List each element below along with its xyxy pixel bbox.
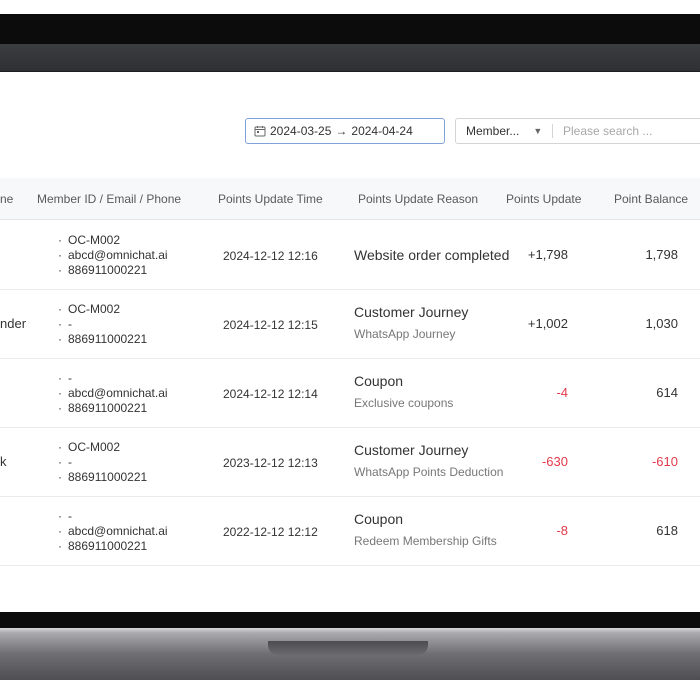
column-header-name[interactable]: ne — [0, 192, 13, 206]
column-header-member-ids[interactable]: Member ID / Email / Phone — [37, 192, 181, 206]
points-update: +1,798 — [527, 247, 568, 262]
member-id: OC-M002 — [58, 440, 147, 455]
laptop-top-bezel — [0, 14, 700, 44]
browser-toolbar — [0, 44, 700, 72]
member-id: OC-M002 — [58, 233, 168, 248]
member-email: - — [58, 317, 147, 332]
column-header-points-update[interactable]: Points Update — [506, 192, 581, 206]
laptop-base-edge — [0, 628, 700, 633]
date-range-arrow: → — [335, 124, 348, 138]
search-type-select[interactable]: Member... ▼ — [456, 124, 552, 138]
update-time: 2022-12-12 12:12 — [223, 525, 318, 539]
points-update: -8 — [556, 523, 568, 538]
member-email: - — [58, 455, 147, 470]
member-id-list: OC-M002 - 886911000221 — [58, 440, 147, 485]
column-header-update-time[interactable]: Points Update Time — [218, 192, 323, 206]
update-time: 2023-12-12 12:13 — [223, 456, 318, 470]
column-header-point-balance[interactable]: Point Balance — [614, 192, 688, 206]
update-reason-detail: WhatsApp Points Deduction — [354, 465, 504, 479]
point-balance: -610 — [651, 454, 678, 469]
update-time: 2024-12-12 12:15 — [223, 318, 318, 332]
update-reason: Coupon — [354, 511, 404, 527]
member-id: OC-M002 — [58, 302, 147, 317]
table-row[interactable]: OC-M002 abcd@omnichat.ai 886911000221 20… — [0, 221, 700, 290]
laptop-bottom-bezel — [0, 612, 700, 628]
points-update: -4 — [556, 385, 568, 400]
points-update: +1,002 — [527, 316, 568, 331]
table-row[interactable]: - abcd@omnichat.ai 886911000221 2022-12-… — [0, 497, 700, 566]
laptop-hinge-notch — [268, 641, 428, 655]
member-email: abcd@omnichat.ai — [58, 386, 168, 401]
background-bottom — [0, 680, 700, 700]
table-header: ne Member ID / Email / Phone Points Upda… — [0, 178, 700, 220]
member-phone: 886911000221 — [58, 263, 168, 278]
date-start[interactable]: 2024-03-25 — [270, 124, 331, 138]
member-id: - — [58, 509, 168, 524]
point-balance: 614 — [656, 385, 678, 400]
search-input[interactable] — [553, 124, 700, 138]
member-search: Member... ▼ — [455, 118, 700, 144]
member-id-list: OC-M002 abcd@omnichat.ai 886911000221 — [58, 233, 168, 278]
update-reason: Coupon — [354, 373, 404, 389]
caret-down-icon: ▼ — [533, 126, 543, 136]
member-phone: 886911000221 — [58, 539, 168, 554]
column-header-update-reason[interactable]: Points Update Reason — [358, 192, 478, 206]
update-reason-detail: WhatsApp Journey — [354, 327, 456, 341]
member-phone: 886911000221 — [58, 470, 147, 485]
member-email: abcd@omnichat.ai — [58, 248, 168, 263]
update-reason: Website order completed — [354, 247, 510, 263]
search-type-value: Member... — [466, 124, 520, 138]
update-time: 2024-12-12 12:14 — [223, 387, 318, 401]
point-balance: 1,030 — [645, 316, 678, 331]
table-row[interactable]: k OC-M002 - 886911000221 2023-12-12 12:1… — [0, 428, 700, 497]
member-phone: 886911000221 — [58, 401, 168, 416]
update-time: 2024-12-12 12:16 — [223, 249, 318, 263]
member-id-list: - abcd@omnichat.ai 886911000221 — [58, 509, 168, 554]
member-id-list: OC-M002 - 886911000221 — [58, 302, 147, 347]
member-name: k — [0, 454, 7, 469]
update-reason: Customer Journey — [354, 304, 469, 320]
member-id-list: - abcd@omnichat.ai 886911000221 — [58, 371, 168, 416]
point-balance: 1,798 — [645, 247, 678, 262]
member-id: - — [58, 371, 168, 386]
background-top — [0, 0, 700, 14]
points-update: -630 — [541, 454, 568, 469]
app-screen: 2024-03-25 → 2024-04-24 Member... ▼ ne M… — [0, 72, 700, 612]
calendar-icon — [254, 126, 266, 137]
date-range-picker[interactable]: 2024-03-25 → 2024-04-24 — [245, 118, 445, 144]
point-balance: 618 — [656, 523, 678, 538]
update-reason-detail: Exclusive coupons — [354, 396, 454, 410]
table-row[interactable]: - abcd@omnichat.ai 886911000221 2024-12-… — [0, 359, 700, 428]
member-name: nder — [0, 316, 27, 331]
date-end[interactable]: 2024-04-24 — [351, 124, 412, 138]
member-phone: 886911000221 — [58, 332, 147, 347]
table-row[interactable]: nder OC-M002 - 886911000221 2024-12-12 1… — [0, 290, 700, 359]
update-reason-detail: Redeem Membership Gifts — [354, 534, 497, 548]
update-reason: Customer Journey — [354, 442, 469, 458]
member-email: abcd@omnichat.ai — [58, 524, 168, 539]
